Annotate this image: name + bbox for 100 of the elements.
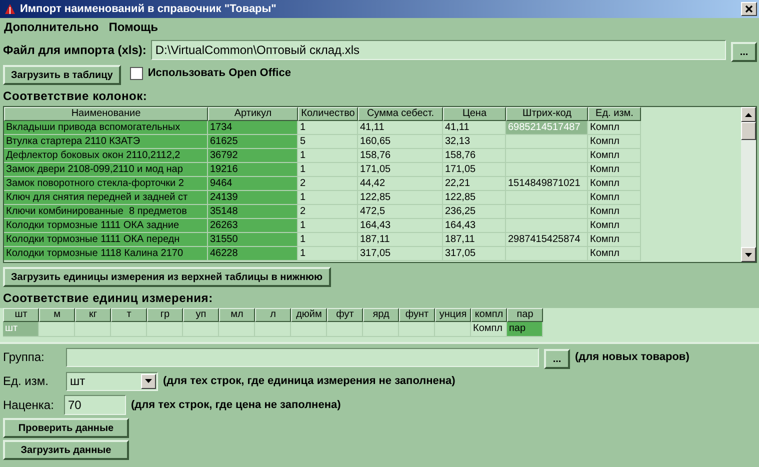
- table-cell: 158,76: [358, 149, 443, 163]
- table-cell: шт: [3, 322, 39, 337]
- load-units-button[interactable]: Загрузить единицы измерения из верхней таблицы в нижнюю: [3, 267, 331, 287]
- column-header[interactable]: ярд: [363, 308, 399, 322]
- column-header[interactable]: фут: [327, 308, 363, 322]
- markup-field[interactable]: 70: [64, 395, 126, 415]
- column-header[interactable]: Цена: [443, 107, 506, 121]
- menu-item[interactable]: Помощь: [108, 20, 158, 34]
- column-header[interactable]: компл: [471, 308, 507, 322]
- table-cell: 35148: [208, 205, 298, 219]
- app-icon: [4, 3, 16, 15]
- table-cell: Компл: [588, 247, 641, 261]
- table-cell: Компл: [588, 205, 641, 219]
- table-cell: 44,42: [358, 177, 443, 191]
- table-cell: 41,11: [358, 121, 443, 135]
- browse-button[interactable]: ...: [544, 349, 570, 369]
- table-cell: 24139: [208, 191, 298, 205]
- table-cell: Ключ для снятия передней и задней ст: [4, 191, 208, 205]
- table-cell: Втулка стартера 2110 КЗАТЭ: [4, 135, 208, 149]
- unit-dropdown[interactable]: шт: [66, 372, 158, 390]
- column-header[interactable]: фунт: [399, 308, 435, 322]
- table-cell: 472,5: [358, 205, 443, 219]
- caret-icon: [145, 379, 152, 383]
- table-cell: 317,05: [358, 247, 443, 261]
- column-header[interactable]: Количество: [298, 107, 358, 121]
- column-header[interactable]: шт: [3, 308, 39, 322]
- group-label: Группа:: [3, 350, 46, 364]
- load-table-button[interactable]: Загрузить в таблицу: [3, 65, 121, 85]
- table-cell: Дефлектор боковых окон 2110,2112,2: [4, 149, 208, 163]
- table-cell: Замок двери 2108-099,2110 и мод нар: [4, 163, 208, 177]
- hint-text: (для тех строк, где единица измерения не заполнена): [163, 375, 456, 387]
- table-cell: Колодки тормозные 1111 ОКА передн: [4, 233, 208, 247]
- group-field[interactable]: [66, 348, 539, 366]
- table-cell: 171,05: [358, 163, 443, 177]
- scroll-thumb[interactable]: [741, 122, 756, 140]
- table-cell: Вкладыши привода вспомогательных: [4, 121, 208, 135]
- table-cell: 2: [298, 205, 358, 219]
- column-header[interactable]: унция: [435, 308, 471, 322]
- scrollbar[interactable]: [741, 107, 756, 262]
- column-header[interactable]: Штрих-код: [506, 107, 588, 121]
- table-cell: 1: [298, 149, 358, 163]
- column-header[interactable]: гр: [147, 308, 183, 322]
- table-cell: 36792: [208, 149, 298, 163]
- table-cell: 122,85: [358, 191, 443, 205]
- table-cell: Ключи комбинированные 8 предметов: [4, 205, 208, 219]
- table-cell: 1734: [208, 121, 298, 135]
- close-button[interactable]: [741, 2, 757, 16]
- column-header[interactable]: Сумма себест.: [358, 107, 443, 121]
- table-cell: 158,76: [443, 149, 506, 163]
- file-path-field[interactable]: D:\VirtualCommon\Оптовый склад.xls: [151, 40, 726, 60]
- section-title: Соответствие единиц измерения:: [3, 291, 214, 305]
- column-header[interactable]: м: [39, 308, 75, 322]
- table-cell: 160,65: [358, 135, 443, 149]
- checkbox[interactable]: [130, 66, 143, 80]
- scroll-down-icon: [745, 252, 752, 256]
- close-icon: [745, 5, 753, 13]
- scroll-up-icon: [745, 112, 752, 116]
- window-title: Импорт наименований в справочник "Товары": [20, 3, 278, 15]
- table-cell: 32,13: [443, 135, 506, 149]
- table-cell: 1: [298, 191, 358, 205]
- table-cell: 46228: [208, 247, 298, 261]
- column-header[interactable]: мл: [219, 308, 255, 322]
- table-cell: Колодки тормозные 1118 Калина 2170: [4, 247, 208, 261]
- checkbox-label: Использовать Open Office: [148, 67, 291, 79]
- column-header[interactable]: Артикул: [208, 107, 298, 121]
- table-cell: 31550: [208, 233, 298, 247]
- action-button[interactable]: Загрузить данные: [3, 440, 129, 460]
- table-cell: 5: [298, 135, 358, 149]
- column-header[interactable]: Ед. изм.: [588, 107, 641, 121]
- table-cell: Компл: [588, 233, 641, 247]
- table-cell: Компл: [588, 191, 641, 205]
- browse-button[interactable]: ...: [731, 42, 757, 62]
- table-cell: Компл: [588, 219, 641, 233]
- table-cell: пар: [507, 322, 543, 337]
- menu-item[interactable]: Дополнительно: [4, 20, 99, 34]
- column-header[interactable]: уп: [183, 308, 219, 322]
- column-header[interactable]: л: [255, 308, 291, 322]
- table-cell: 1: [298, 121, 358, 135]
- hint-text: (для тех строк, где цена не заполнена): [131, 399, 341, 411]
- section-title: Соответствие колонок:: [3, 89, 148, 103]
- table-cell: 1: [298, 247, 358, 261]
- table-cell: 122,85: [443, 191, 506, 205]
- table-cell: 22,21: [443, 177, 506, 191]
- table-cell: 61625: [208, 135, 298, 149]
- table-cell: Колодки тормозные 1111 ОКА задние: [4, 219, 208, 233]
- markup-label: Наценка:: [3, 398, 55, 412]
- table-cell: 9464: [208, 177, 298, 191]
- table-cell: 1514849871021: [506, 177, 588, 191]
- column-header[interactable]: т: [111, 308, 147, 322]
- table-cell: Компл: [588, 149, 641, 163]
- column-header[interactable]: дюйм: [291, 308, 327, 322]
- table-cell: Замок поворотного стекла-форточки 2: [4, 177, 208, 191]
- column-header[interactable]: Наименование: [4, 107, 208, 121]
- table-cell: 236,25: [443, 205, 506, 219]
- action-button[interactable]: Проверить данные: [3, 418, 129, 438]
- column-header[interactable]: кг: [75, 308, 111, 322]
- file-label: Файл для импорта (xls):: [3, 43, 146, 57]
- table-cell: 317,05: [443, 247, 506, 261]
- table-cell: 1: [298, 219, 358, 233]
- column-header[interactable]: пар: [507, 308, 543, 322]
